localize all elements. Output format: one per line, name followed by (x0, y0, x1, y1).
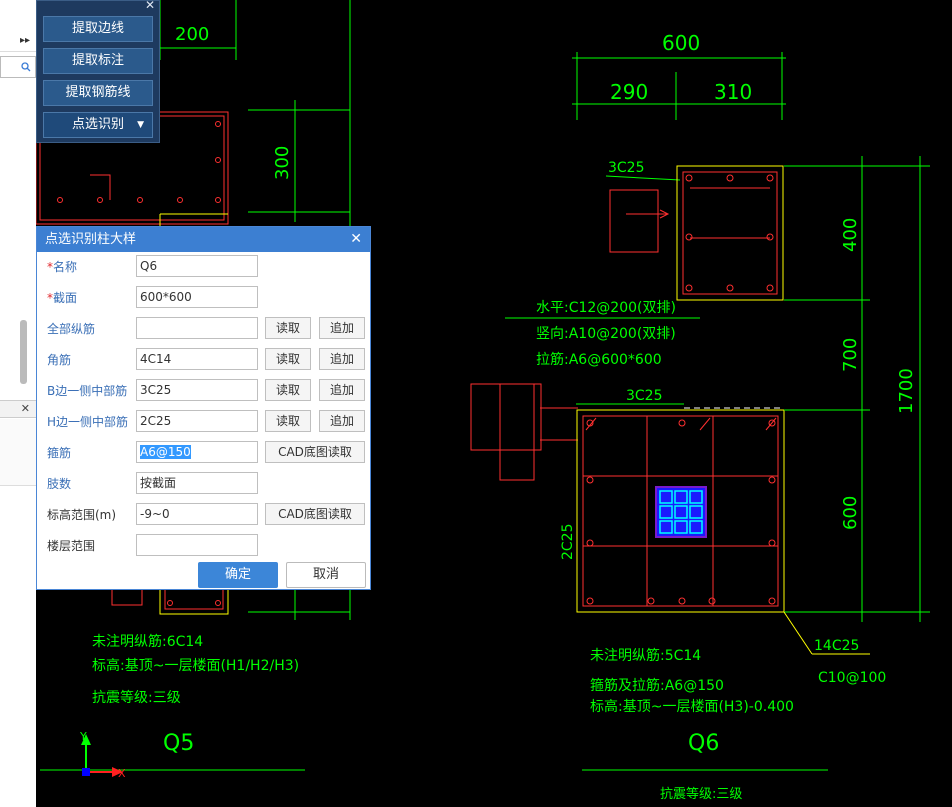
label-stirrup: 箍筋 (47, 446, 72, 460)
q6-dim-400: 400 (840, 218, 861, 252)
q6-dim-700: 700 (840, 338, 861, 372)
wall-note-2: 竖向:A10@200(双排) (536, 326, 676, 342)
q6-note-2: 箍筋及拉筋:A6@150 (590, 677, 724, 694)
cancel-button[interactable]: 取消 (286, 562, 366, 588)
name-input[interactable]: Q6 (136, 255, 258, 277)
dialog-titlebar[interactable]: 点选识别柱大样 ✕ (37, 227, 370, 252)
dialog-close-icon[interactable]: ✕ (350, 227, 362, 252)
stirrup-input[interactable]: A6@150 (136, 441, 258, 463)
label-elevation-range: 标高范围(m) (47, 508, 117, 522)
b-side-rebar-input[interactable]: 3C25 (136, 379, 258, 401)
expand-arrows[interactable]: ▸▸ (0, 30, 36, 52)
label-floor-range: 楼层范围 (47, 539, 96, 553)
search-icon[interactable] (21, 62, 31, 72)
wall-note-3: 拉筋:A6@600*600 (536, 351, 662, 368)
q6-dim-total: 1700 (896, 368, 917, 414)
q5-note-3: 抗震等级:三级 (92, 689, 181, 706)
extract-edge-button[interactable]: 提取边线 (43, 16, 153, 42)
extract-tool-panel: ✕ 提取边线 提取标注 提取钢筋线 点选识别 ▼ (36, 0, 160, 143)
dialog-title: 点选识别柱大样 (45, 232, 137, 247)
append-b-side-rebar-button[interactable]: 追加 (319, 379, 365, 401)
axis-x-label: X (118, 767, 126, 780)
append-corner-rebar-button[interactable]: 追加 (319, 348, 365, 370)
label-legs: 肢数 (47, 477, 72, 491)
left-side-panel: ▸▸ ✕ (0, 0, 36, 807)
read-b-side-rebar-button[interactable]: 读取 (265, 379, 311, 401)
label-section: *截面 (47, 291, 78, 305)
read-all-longitudinal-button[interactable]: 读取 (265, 317, 311, 339)
q5-note-1: 未注明纵筋:6C14 (92, 633, 203, 650)
wall-note-1: 水平:C12@200(双排) (536, 300, 676, 316)
wall-dim-a: 290 (610, 80, 648, 104)
q6-leader-stirrup: C10@100 (818, 670, 886, 686)
q5-dim-right: 300 (272, 146, 293, 180)
h-side-rebar-input[interactable]: 2C25 (136, 410, 258, 432)
search-box[interactable] (0, 56, 36, 78)
label-name: *名称 (47, 260, 78, 274)
extract-annotation-button[interactable]: 提取标注 (43, 48, 153, 74)
left-panel-header (0, 0, 36, 31)
left-panel-scrollbar[interactable] (20, 320, 27, 384)
left-panel-close[interactable]: ✕ (0, 400, 36, 418)
elevation-range-input[interactable]: -9~0 (136, 503, 258, 525)
q6-note-3: 标高:基顶~一层楼面(H3)-0.400 (590, 698, 794, 715)
extract-rebar-line-button[interactable]: 提取钢筋线 (43, 80, 153, 106)
axis-y-label: Y (79, 730, 87, 743)
label-corner-rebar: 角筋 (47, 353, 72, 367)
q5-note-2: 标高:基顶~一层楼面(H1/H2/H3) (92, 657, 299, 674)
q6-top-rebar: 3C25 (626, 388, 663, 404)
q6-dim-600: 600 (840, 496, 861, 530)
read-corner-rebar-button[interactable]: 读取 (265, 348, 311, 370)
point-identify-column-dialog: 点选识别柱大样 ✕ *名称 Q6 *截面 600*600 全部纵筋 读取 追加 … (36, 226, 371, 590)
selection-highlight (655, 486, 707, 538)
legs-input[interactable]: 按截面 (136, 472, 258, 494)
label-h-side-rebar: H边一侧中部筋 (47, 415, 129, 429)
q6-note-1: 未注明纵筋:5C14 (590, 647, 701, 664)
section-input[interactable]: 600*600 (136, 286, 258, 308)
left-panel-row[interactable] (0, 441, 36, 464)
q5-name: Q5 (163, 731, 194, 756)
wall-dim-b: 310 (714, 80, 752, 104)
corner-rebar-input[interactable]: 4C14 (136, 348, 258, 370)
wall-rebar-label: 3C25 (608, 160, 645, 176)
floor-range-input[interactable] (136, 534, 258, 556)
stirrup-value: A6@150 (140, 445, 191, 459)
append-h-side-rebar-button[interactable]: 追加 (319, 410, 365, 432)
elevation-cad-read-button[interactable]: CAD底图读取 (265, 503, 365, 525)
read-h-side-rebar-button[interactable]: 读取 (265, 410, 311, 432)
wall-dim-total: 600 (662, 31, 700, 55)
label-all-longitudinal: 全部纵筋 (47, 322, 96, 336)
all-longitudinal-input[interactable] (136, 317, 258, 339)
label-b-side-rebar: B边一侧中部筋 (47, 384, 128, 398)
point-identify-dropdown[interactable]: 点选识别 ▼ (43, 112, 153, 138)
tool-panel-close-icon[interactable]: ✕ (145, 0, 155, 12)
point-identify-label: 点选识别 (71, 117, 124, 132)
left-panel-row[interactable] (0, 419, 36, 442)
append-all-longitudinal-button[interactable]: 追加 (319, 317, 365, 339)
q6-grade: 抗震等级:三级 (660, 786, 742, 802)
q6-leader-rebar: 14C25 (814, 638, 859, 654)
left-panel-row[interactable] (0, 463, 36, 486)
q6-name: Q6 (688, 731, 719, 756)
q5-dim-top: 200 (175, 24, 209, 45)
q6-side-rebar: 2C25 (560, 524, 576, 561)
stirrup-cad-read-button[interactable]: CAD底图读取 (265, 441, 365, 463)
chevron-down-icon: ▼ (137, 120, 144, 130)
confirm-button[interactable]: 确定 (198, 562, 278, 588)
